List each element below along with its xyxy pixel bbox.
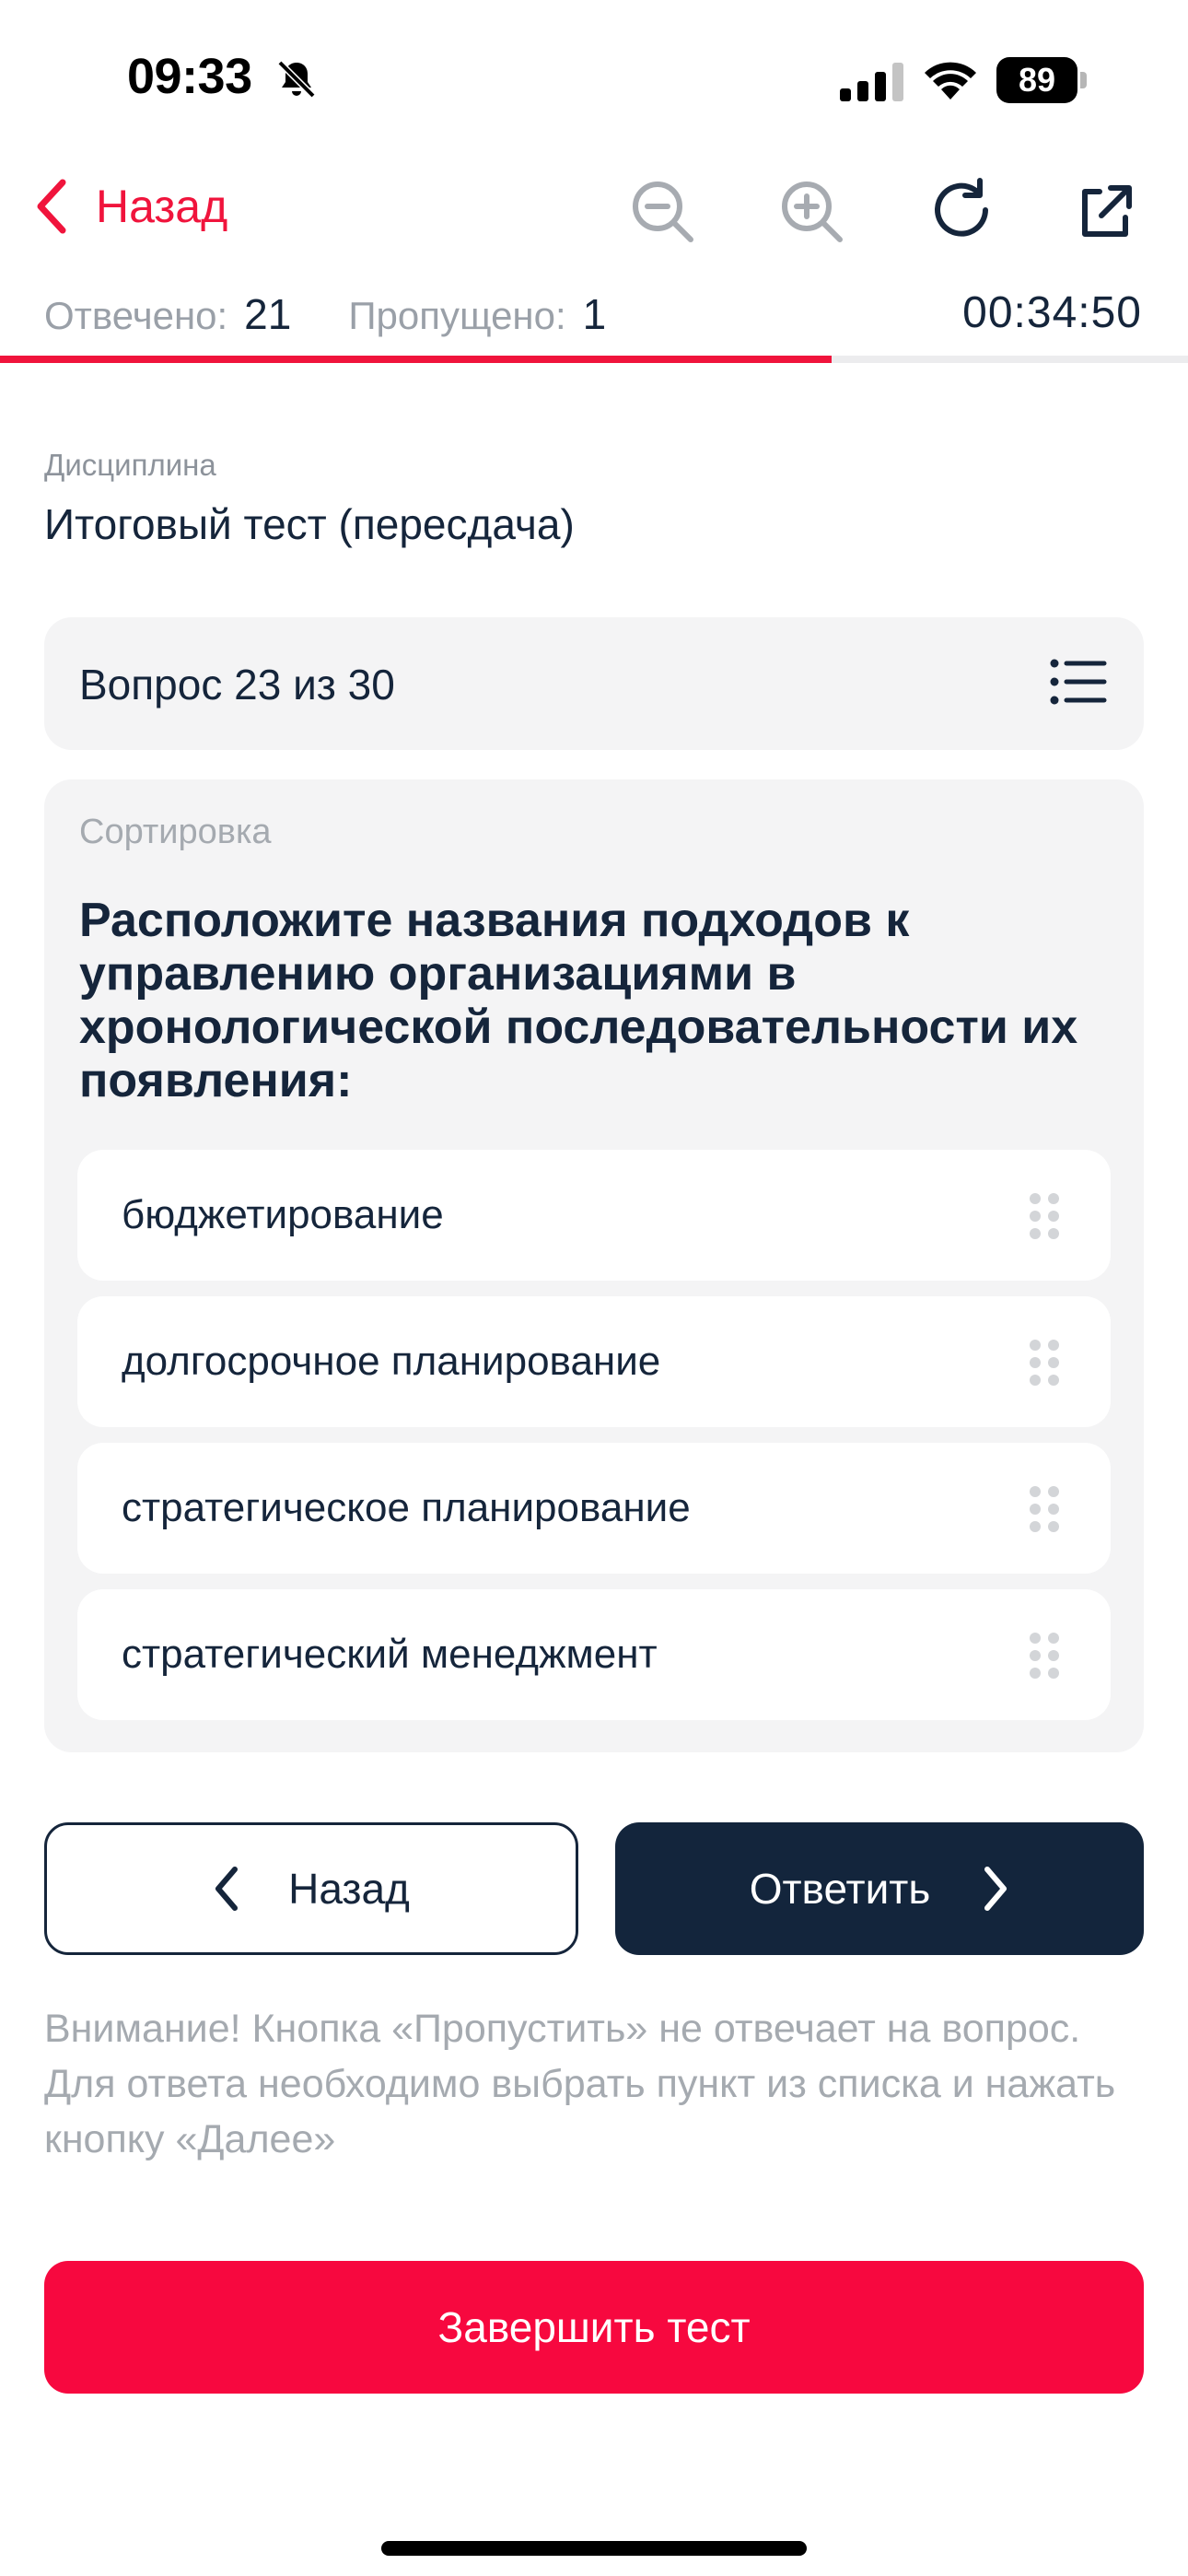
question-type: Сортировка <box>79 813 272 851</box>
question-number: Вопрос 23 из 30 <box>79 661 395 708</box>
discipline-value: Итоговый тест (пересдача) <box>44 500 575 548</box>
drag-handle-icon[interactable] <box>1028 1192 1061 1240</box>
cellular-signal-icon <box>840 63 903 101</box>
battery-level: 89 <box>1018 61 1056 99</box>
nav-back-link[interactable]: Назад <box>33 177 227 236</box>
reload-icon[interactable] <box>926 175 1000 249</box>
question-list-icon[interactable] <box>1050 656 1107 708</box>
drag-handle-icon[interactable] <box>1028 1485 1061 1533</box>
wifi-icon <box>925 62 976 100</box>
answer-button-label: Ответить <box>749 1865 931 1913</box>
external-link-icon[interactable] <box>1068 175 1142 249</box>
answered-label: Отвечено: <box>44 294 228 337</box>
answer-counters: Отвечено: 21 Пропущено: 1 <box>44 289 606 339</box>
sort-option[interactable]: бюджетирование <box>77 1150 1111 1281</box>
sort-option-label: долгосрочное планирование <box>122 1339 661 1384</box>
answered-value: 21 <box>244 290 292 338</box>
sort-option[interactable]: стратегический менеджмент <box>77 1589 1111 1720</box>
back-button[interactable]: Назад <box>44 1822 578 1955</box>
sort-option-label: бюджетирование <box>122 1192 444 1237</box>
skip-notice: Внимание! Кнопка «Пропустить» не отвечае… <box>44 2007 1116 2161</box>
chevron-right-icon <box>984 1867 1007 1911</box>
sort-option[interactable]: долгосрочное планирование <box>77 1296 1111 1427</box>
progress-bar <box>0 356 1188 363</box>
question-text: Расположите названия подходов к управлен… <box>79 894 1078 1107</box>
timer: 00:34:50 <box>962 288 1142 337</box>
drag-handle-icon[interactable] <box>1028 1632 1061 1680</box>
sort-option[interactable]: стратегическое планирование <box>77 1443 1111 1574</box>
bell-muted-icon <box>277 60 316 99</box>
drag-handle-icon[interactable] <box>1028 1339 1061 1387</box>
sort-option-label: стратегическое планирование <box>122 1485 691 1530</box>
zoom-out-icon[interactable] <box>626 175 700 249</box>
question-body-card: Сортировка Расположите названия подходов… <box>44 779 1144 1752</box>
home-indicator[interactable] <box>381 2541 807 2556</box>
status-time: 09:33 <box>127 49 252 104</box>
answer-button[interactable]: Ответить <box>615 1822 1144 1955</box>
sort-option-label: стратегический менеджмент <box>122 1632 658 1677</box>
skipped-label: Пропущено: <box>348 294 566 337</box>
chevron-left-icon <box>37 179 66 234</box>
back-button-label: Назад <box>288 1865 410 1913</box>
discipline-label: Дисциплина <box>44 448 216 482</box>
chevron-left-icon <box>215 1867 239 1911</box>
finish-test-label: Завершить тест <box>437 2303 751 2351</box>
progress-fill <box>0 356 832 363</box>
question-header-card: Вопрос 23 из 30 <box>44 617 1144 750</box>
zoom-in-icon[interactable] <box>775 175 849 249</box>
finish-test-button[interactable]: Завершить тест <box>44 2261 1144 2394</box>
nav-back-label: Назад <box>96 181 228 232</box>
battery-icon: 89 <box>996 57 1087 103</box>
skipped-value: 1 <box>582 290 607 338</box>
